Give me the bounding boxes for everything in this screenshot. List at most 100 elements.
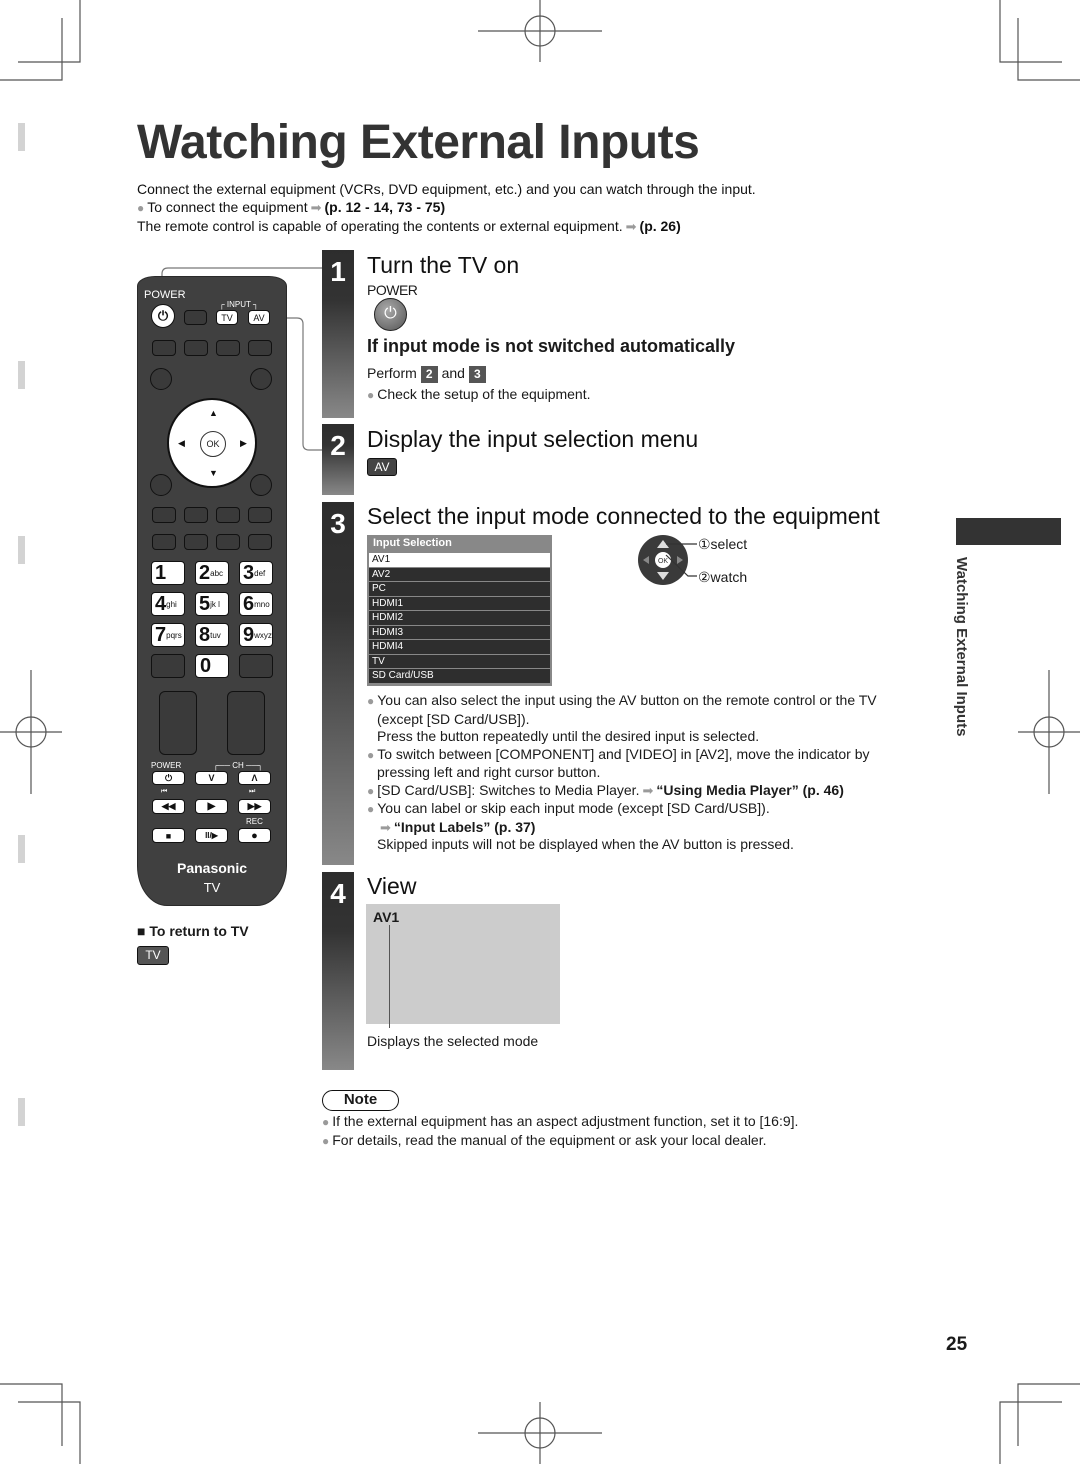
bullet-icon: ● — [367, 694, 375, 708]
menu-item-sd-card-usb[interactable]: SD Card/USB — [369, 669, 550, 683]
nav-leader-lines — [665, 543, 697, 577]
remote-power-button-lower[interactable]: ⏻ — [152, 771, 185, 785]
menu-item-av1[interactable]: AV1 — [369, 553, 550, 567]
bullet-icon: ● — [322, 1115, 330, 1129]
arrow-right-icon: ➡ — [310, 200, 322, 215]
input-label: ┌ INPUT ┐ — [219, 300, 259, 309]
intro-line-2: ● To connect the equipment ➡ (p. 12 - 14, 7… — [137, 198, 756, 217]
remote-power-label: POWER — [144, 289, 186, 301]
bullet-icon: ● — [322, 1133, 330, 1148]
step-bar-3: 3 — [322, 502, 354, 865]
remote-number-7[interactable]: 7 pqrs — [151, 623, 185, 647]
remote-dpad[interactable]: ▲ ▼ ◀ ▶ OK — [167, 398, 257, 488]
channel-up-button[interactable]: Λ — [238, 771, 271, 785]
remote-button[interactable] — [248, 534, 272, 550]
input-selection-menu: Input Selection AV1 AV2 PC HDMI1 HDMI2 HDMI3 H… — [367, 535, 552, 686]
note-text: [SD Card/USB]: Switches to Media Player. — [377, 781, 640, 798]
letters-label: wxyz — [254, 630, 272, 640]
perform-prefix: Perform — [367, 365, 417, 381]
remote-number-5[interactable]: 5 jk l — [195, 592, 229, 616]
down-arrow-icon[interactable]: ▼ — [209, 468, 218, 478]
remote-power-button[interactable]: ⏻ — [151, 304, 175, 328]
remote-number-6[interactable]: 6 mno — [239, 592, 273, 616]
remote-button[interactable] — [184, 534, 208, 550]
remote-button[interactable] — [151, 654, 185, 678]
step-3-notes: ● You can also select the input using the… — [367, 692, 877, 854]
note-item: ● If the external equipment has an aspect… — [322, 1113, 798, 1132]
menu-item-hdmi2[interactable]: HDMI2 — [369, 611, 550, 625]
rewind-button[interactable]: ◀◀ — [152, 799, 185, 814]
remote-button[interactable] — [184, 507, 208, 523]
remote-button[interactable] — [216, 507, 240, 523]
menu-item-av2[interactable]: AV2 — [369, 567, 550, 581]
menu-item-pc[interactable]: PC — [369, 582, 550, 596]
remote-button[interactable] — [184, 310, 207, 325]
right-arrow-icon[interactable]: ▶ — [240, 438, 247, 449]
remote-button[interactable] — [152, 534, 176, 550]
remote-tv-button[interactable]: TV — [216, 310, 238, 325]
letters-label: ghi — [166, 599, 177, 609]
remote-color-button[interactable] — [184, 340, 208, 356]
remote-round-button[interactable] — [250, 368, 272, 390]
menu-item-tv[interactable]: TV — [369, 654, 550, 668]
record-button[interactable]: ● — [238, 828, 271, 843]
up-arrow-icon[interactable]: ▲ — [209, 408, 218, 418]
remote-round-button[interactable] — [150, 474, 172, 496]
rec-label: REC — [246, 817, 263, 826]
remote-number-0[interactable]: 0 — [195, 654, 229, 678]
media-player-link[interactable]: “Using Media Player” (p. 46) — [656, 782, 844, 798]
digit-label: 6 — [243, 592, 255, 615]
screen-input-label: AV1 — [373, 909, 400, 925]
remote-color-button[interactable] — [216, 340, 240, 356]
remote-button[interactable] — [248, 507, 272, 523]
stop-button[interactable]: ■ — [152, 828, 185, 843]
leader-line — [389, 925, 390, 1028]
remote-volume-rocker[interactable] — [159, 691, 197, 755]
menu-item-hdmi4[interactable]: HDMI4 — [369, 640, 550, 654]
remote-round-button[interactable] — [250, 474, 272, 496]
remote-control: POWER ⏻ ┌ INPUT ┐ TV AV ▲ ▼ ◀ ▶ OK 1 2 abc… — [137, 276, 287, 906]
remote-color-button[interactable] — [152, 340, 176, 356]
section-tab — [956, 518, 1061, 545]
fast-forward-button[interactable]: ▶▶ — [238, 799, 271, 814]
note-line: ● [SD Card/USB]: Switches to Media Player… — [367, 782, 877, 801]
play-button[interactable]: ▶ — [195, 799, 228, 814]
left-arrow-icon[interactable]: ◀ — [178, 438, 185, 449]
remote-number-1[interactable]: 1 — [151, 561, 185, 585]
pause-step-button[interactable]: II/▶ — [195, 828, 228, 843]
remote-round-button[interactable] — [150, 368, 172, 390]
tv-screen-preview: AV1 — [366, 904, 560, 1024]
remote-button[interactable] — [239, 654, 273, 678]
letters-label: abc — [210, 568, 224, 578]
page-ref-link[interactable]: (p. 12 - 14, 73 - 75) — [325, 199, 446, 215]
remote-button[interactable] — [152, 507, 176, 523]
remote-channel-rocker[interactable] — [227, 691, 265, 755]
step-1-title: Turn the TV on — [367, 252, 520, 278]
return-to-tv-label: To return to TV — [149, 923, 249, 939]
intro-line-2-text: To connect the equipment — [147, 199, 308, 215]
digit-label: 1 — [155, 561, 167, 584]
page-ref-link[interactable]: (p. 26) — [640, 218, 681, 234]
intro-line-3-text: The remote control is capable of operati… — [137, 218, 623, 234]
square-bullet-icon: ■ — [137, 923, 150, 939]
step-ref-badge: 3 — [468, 365, 486, 383]
remote-ok-button[interactable]: OK — [200, 431, 226, 457]
input-labels-link[interactable]: “Input Labels” (p. 37) — [394, 819, 536, 835]
channel-down-button[interactable]: V — [195, 771, 228, 785]
remote-av-button[interactable]: AV — [248, 310, 270, 325]
remote-number-3[interactable]: 3 def — [239, 561, 273, 585]
menu-item-hdmi3[interactable]: HDMI3 — [369, 625, 550, 639]
note-item-text: If the external equipment has an aspect … — [332, 1113, 799, 1129]
note-item: ● For details, read the manual of the equ… — [322, 1132, 798, 1151]
note-line: ● To switch between [COMPONENT] and [VIDE… — [367, 746, 877, 765]
remote-number-2[interactable]: 2 abc — [195, 561, 229, 585]
remote-button[interactable] — [216, 534, 240, 550]
remote-color-button[interactable] — [248, 340, 272, 356]
digit-label: 4 — [155, 592, 167, 615]
remote-number-9[interactable]: 9 wxyz — [239, 623, 273, 647]
remote-number-8[interactable]: 8 tuv — [195, 623, 229, 647]
remote-number-4[interactable]: 4 ghi — [151, 592, 185, 616]
menu-item-hdmi1[interactable]: HDMI1 — [369, 596, 550, 610]
note-item-text: For details, read the manual of the equi… — [332, 1131, 767, 1148]
tv-key-icon: TV — [137, 946, 169, 965]
